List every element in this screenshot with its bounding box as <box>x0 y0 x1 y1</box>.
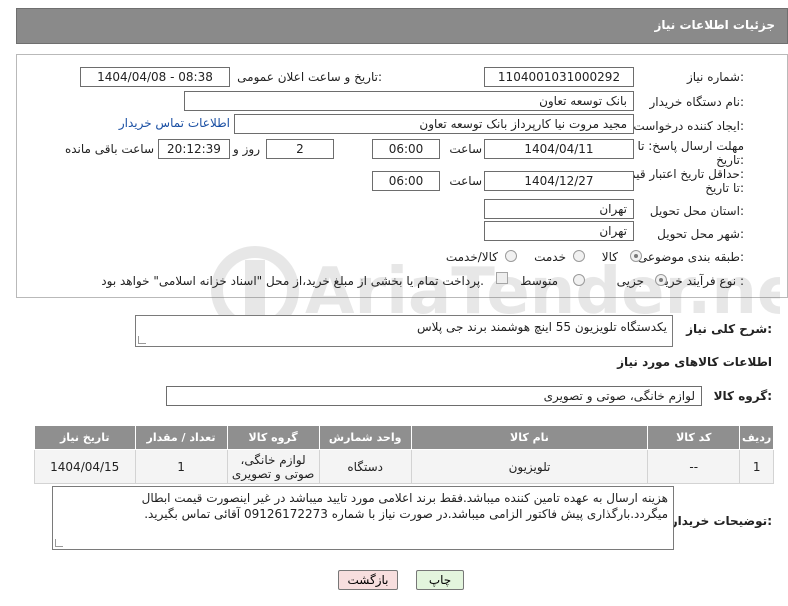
resize-handle-icon[interactable] <box>138 336 146 344</box>
item-code-cell: -- <box>647 449 741 484</box>
response-deadline-label-1: مهلت ارسال پاسخ: تا <box>637 139 744 153</box>
col-unit: واحد شمارش <box>318 425 412 450</box>
summary-textarea[interactable]: یکدستگاه تلویزیون 55 اینچ هوشمند برند جی… <box>135 315 673 347</box>
price-validity-time-field: 06:00 <box>372 171 440 191</box>
response-time-label: ساعت <box>449 142 482 156</box>
remaining-time-label: ساعت باقی مانده <box>64 142 154 156</box>
resize-handle-icon[interactable] <box>55 539 63 547</box>
requester-field: مجید مروت نیا کارپرداز بانک توسعه تعاون <box>234 114 634 134</box>
summary-text: یکدستگاه تلویزیون 55 اینچ هوشمند برند جی… <box>417 320 667 334</box>
page-title: جزئیات اطلاعات نیاز <box>654 18 775 32</box>
delivery-province-field: تهران <box>484 199 634 219</box>
col-row-number: ردیف <box>739 425 774 450</box>
category-radio-goods-service[interactable] <box>505 250 517 262</box>
buyer-notes-label: توضیحات خریدار: <box>670 514 772 528</box>
treasury-payment-note: پرداخت تمام یا بخشی از مبلغ خرید،از محل … <box>101 274 484 288</box>
category-option-goods: کالا <box>601 250 618 264</box>
buyer-org-label: نام دستگاه خریدار: <box>649 95 745 109</box>
price-validity-label-2: تا تاریخ: <box>705 181 744 195</box>
summary-label: شرح کلی نیاز: <box>686 322 772 336</box>
item-group-cell: لوازم خانگی، صوتی و تصویری <box>226 449 320 484</box>
col-item-group: گروه کالا <box>226 425 320 450</box>
col-quantity: تعداد / مقدار <box>134 425 228 450</box>
need-number-label: شماره نیاز: <box>686 70 744 84</box>
response-deadline-label-2: تاریخ: <box>716 153 744 167</box>
unit-cell: دستگاه <box>318 449 412 484</box>
price-validity-label-1: حداقل تاریخ اعتبار قیمت: <box>617 167 744 181</box>
purchase-process-label: نوع فرآیند خرید : <box>659 274 744 288</box>
col-need-date: تاریخ نیاز <box>34 425 136 450</box>
buyer-contact-link[interactable]: اطلاعات تماس خریدار <box>119 116 230 130</box>
col-item-code: کد کالا <box>647 425 741 450</box>
buyer-org-field: بانک توسعه تعاون <box>184 91 634 111</box>
need-date-cell: 1404/04/15 <box>34 449 136 484</box>
category-radio-goods[interactable] <box>630 250 642 262</box>
back-button[interactable]: بازگشت <box>338 570 398 590</box>
items-table-header: ردیف کد کالا نام کالا واحد شمارش گروه کا… <box>34 425 774 450</box>
page-header: جزئیات اطلاعات نیاز <box>16 8 788 44</box>
price-validity-date-field: 1404/12/27 <box>484 171 634 191</box>
row-number-cell: 1 <box>739 449 774 484</box>
days-label: روز و <box>233 142 260 156</box>
buyer-notes-text: هزینه ارسال به عهده تامین کننده میباشد.ف… <box>141 491 668 521</box>
treasury-payment-checkbox[interactable] <box>496 272 508 284</box>
need-number-field: 1104001031000292 <box>484 67 634 87</box>
table-row: 1 -- تلویزیون دستگاه لوازم خانگی، صوتی و… <box>34 449 774 484</box>
process-radio-medium[interactable] <box>573 274 585 286</box>
buyer-notes-textarea[interactable]: هزینه ارسال به عهده تامین کننده میباشد.ف… <box>52 486 674 550</box>
category-option-goods-service: کالا/خدمت <box>445 250 498 264</box>
price-validity-time-label: ساعت <box>449 174 482 188</box>
category-option-service: خدمت <box>534 250 566 264</box>
print-button[interactable]: چاپ <box>416 570 464 590</box>
announce-datetime-field: 1404/04/08 - 08:38 <box>80 67 230 87</box>
response-time-field: 06:00 <box>372 139 440 159</box>
items-table: ردیف کد کالا نام کالا واحد شمارش گروه کا… <box>34 425 774 484</box>
delivery-city-field: تهران <box>484 221 634 241</box>
process-option-medium: متوسط <box>520 274 558 288</box>
goods-group-label: گروه کالا: <box>713 389 772 403</box>
remaining-time-field: 20:12:39 <box>158 139 230 159</box>
delivery-province-label: استان محل تحویل: <box>649 204 744 218</box>
category-label: طبقه بندی موضوعی: <box>637 250 744 264</box>
quantity-cell: 1 <box>134 449 228 484</box>
remaining-days-field: 2 <box>266 139 334 159</box>
process-radio-minor[interactable] <box>655 274 667 286</box>
requester-label: ایجاد کننده درخواست: <box>633 119 744 133</box>
item-name-cell: تلویزیون <box>410 449 649 484</box>
announce-datetime-label: تاریخ و ساعت اعلان عمومی: <box>237 70 382 84</box>
goods-group-field: لوازم خانگی، صوتی و تصویری <box>166 386 702 406</box>
delivery-city-label: شهر محل تحویل: <box>657 227 744 241</box>
response-date-field: 1404/04/11 <box>484 139 634 159</box>
category-radio-service[interactable] <box>573 250 585 262</box>
col-item-name: نام کالا <box>410 425 649 450</box>
goods-section-title: اطلاعات کالاهای مورد نیاز <box>617 355 772 369</box>
process-option-minor: جزیی <box>616 274 644 288</box>
